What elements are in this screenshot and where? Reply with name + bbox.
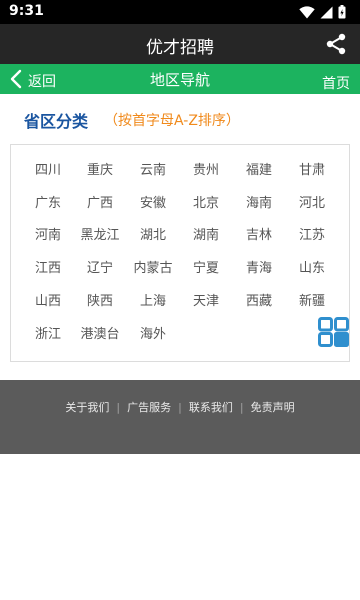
region-item[interactable]: 辽宁 xyxy=(70,257,130,276)
region-item[interactable]: 浙江 xyxy=(18,323,78,342)
grid-icon[interactable] xyxy=(318,317,349,347)
nav-bar: 返回 地区导航 首页 xyxy=(0,64,360,94)
region-item[interactable]: 湖北 xyxy=(123,224,183,243)
region-item[interactable]: 新疆 xyxy=(282,290,342,309)
region-item[interactable]: 天津 xyxy=(176,290,236,309)
region-item[interactable]: 广西 xyxy=(70,192,130,211)
region-item[interactable]: 山东 xyxy=(282,257,342,276)
region-item[interactable]: 吉林 xyxy=(229,224,289,243)
region-item[interactable]: 河北 xyxy=(282,192,342,211)
status-bar: 9:31 xyxy=(0,0,360,24)
region-item[interactable]: 陕西 xyxy=(70,290,130,309)
region-item[interactable]: 贵州 xyxy=(176,159,236,178)
status-time: 9:31 xyxy=(9,3,44,19)
region-item[interactable]: 内蒙古 xyxy=(123,257,183,276)
footer-link[interactable]: 免责声明 xyxy=(251,401,295,414)
region-grid: 四川 重庆 云南 贵州 福建 甘肃广东 广西 安徽 北京 海南 河北河南 黑龙江 湖北 湖南 吉林 江苏江西辽… xyxy=(10,144,350,362)
region-item[interactable]: 山西 xyxy=(18,290,78,309)
region-item[interactable]: 江苏 xyxy=(282,224,342,243)
region-item[interactable]: 江西 xyxy=(18,257,78,276)
region-item[interactable]: 河南 xyxy=(18,224,78,243)
footer-separator: | xyxy=(178,401,182,414)
signal-icon xyxy=(320,6,333,18)
region-item[interactable]: 西藏 xyxy=(229,290,289,309)
region-item[interactable]: 青海 xyxy=(229,257,289,276)
footer-links: 关于我们 | 广告服务 | 联系我们 | 免责声明 xyxy=(0,399,360,415)
share-icon[interactable] xyxy=(324,32,348,56)
region-item[interactable]: 福建 xyxy=(229,159,289,178)
footer-link[interactable]: 广告服务 xyxy=(127,401,171,414)
region-item[interactable]: 云南 xyxy=(123,159,183,178)
region-item[interactable]: 港澳台 xyxy=(70,323,130,342)
region-item[interactable]: 湖南 xyxy=(176,224,236,243)
region-item[interactable]: 上海 xyxy=(123,290,183,309)
nav-title: 地区导航 xyxy=(149,71,210,89)
section-note: （按首字母A-Z排序） xyxy=(104,113,240,129)
section-title: 省区分类 xyxy=(24,112,89,131)
region-item[interactable]: 四川 xyxy=(18,159,78,178)
region-item[interactable]: 海外 xyxy=(123,323,183,342)
wifi-icon xyxy=(299,5,315,18)
region-item[interactable]: 甘肃 xyxy=(282,159,342,178)
battery-icon xyxy=(338,5,346,19)
footer-separator: | xyxy=(239,401,244,414)
home-link[interactable]: 首页 xyxy=(322,73,350,93)
footer-link[interactable]: 关于我们 xyxy=(65,401,109,414)
region-item[interactable]: 重庆 xyxy=(70,159,130,178)
footer-separator: | xyxy=(116,401,121,414)
app-title: 优才招聘 xyxy=(146,38,214,58)
region-item[interactable]: 宁夏 xyxy=(176,257,236,276)
footer-link[interactable]: 联系我们 xyxy=(189,401,233,414)
region-item[interactable]: 黑龙江 xyxy=(70,224,130,243)
region-item[interactable]: 北京 xyxy=(176,192,236,211)
region-item[interactable]: 广东 xyxy=(18,192,78,211)
app-bar: 优才招聘 xyxy=(0,24,360,64)
region-item[interactable]: 海南 xyxy=(229,192,289,211)
footer: 关于我们 | 广告服务 | 联系我们 | 免责声明 xyxy=(0,380,360,454)
status-icons xyxy=(299,4,346,20)
region-item[interactable]: 安徽 xyxy=(123,192,183,211)
